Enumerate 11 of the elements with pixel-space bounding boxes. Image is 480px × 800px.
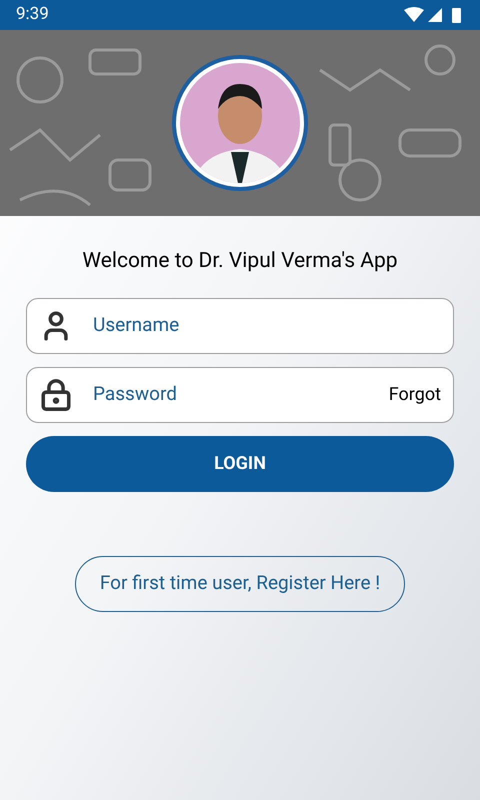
login-button[interactable]: LOGIN [26, 436, 454, 492]
password-input[interactable]: Password [93, 380, 369, 409]
status-time: 9:39 [16, 3, 49, 26]
forgot-link[interactable]: Forgot [388, 381, 441, 408]
welcome-title: Welcome to Dr. Vipul Verma's App [81, 248, 399, 275]
username-field[interactable]: Username [26, 298, 454, 354]
register-button[interactable]: For first time user, Register Here ! [74, 556, 406, 612]
username-input[interactable]: Username [93, 311, 441, 340]
lock-icon [39, 378, 73, 412]
password-field[interactable]: Password Forgot [26, 366, 454, 422]
status-icons [404, 6, 464, 24]
